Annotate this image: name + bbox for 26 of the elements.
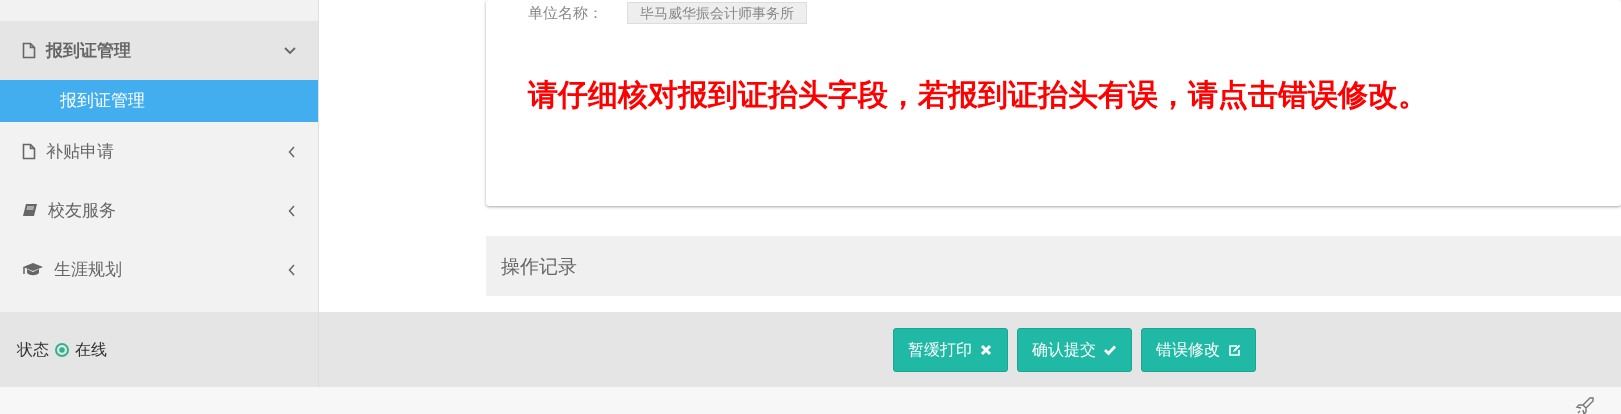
book-icon (22, 203, 38, 218)
submenu-item[interactable]: 报到证管理 (0, 80, 318, 122)
file-icon (22, 42, 36, 59)
field-label: 单位名称： (528, 3, 603, 24)
close-icon (980, 343, 993, 356)
edit-icon (1228, 343, 1241, 356)
graduation-cap-icon (22, 262, 44, 277)
notice-text: 请仔细核对报到证抬头字段，若报到证抬头有误，请点击错误修改。 (528, 78, 1429, 111)
status-label: 状态 (17, 338, 49, 361)
defer-print-button[interactable]: 暂缓打印 (893, 327, 1008, 372)
text-field[interactable]: 毕马威华振会计师事务所 (627, 2, 807, 25)
chevron-left-icon (288, 204, 296, 217)
menu-item[interactable]: 补贴申请 (0, 122, 318, 181)
panel-title: 操作记录 (486, 236, 1621, 296)
rocket-icon[interactable] (1575, 396, 1595, 414)
file-icon (22, 143, 36, 160)
menu-item[interactable]: 生涯规划 (0, 240, 318, 299)
check-icon (1104, 343, 1117, 356)
confirm-submit-button[interactable]: 确认提交 (1017, 327, 1132, 372)
chevron-left-icon (288, 263, 296, 276)
chevron-down-icon (284, 46, 296, 55)
chevron-left-icon (288, 145, 296, 158)
status-value: 在线 (75, 338, 107, 361)
menu-item[interactable]: 校友服务 (0, 181, 318, 240)
edit-button[interactable]: 错误修改 (1141, 327, 1256, 372)
menu-item[interactable]: 报到证管理 (0, 21, 318, 80)
